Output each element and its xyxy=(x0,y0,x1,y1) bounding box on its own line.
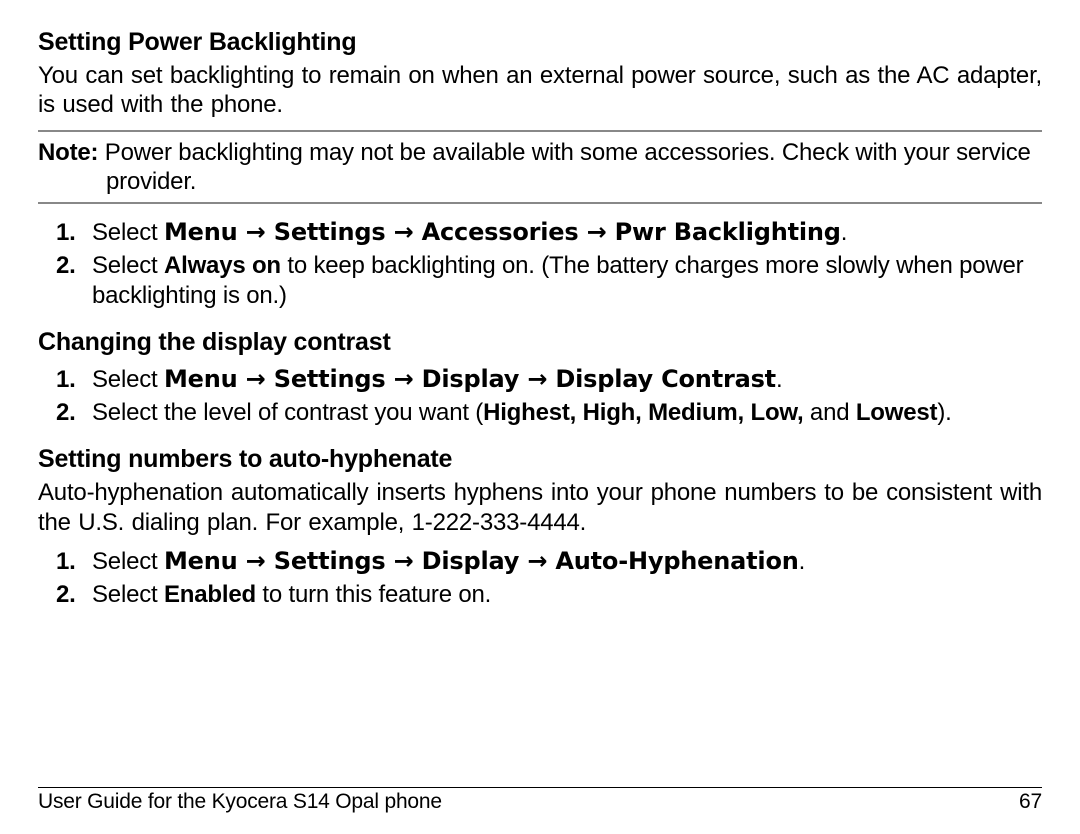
footer-title: User Guide for the Kyocera S14 Opal phon… xyxy=(38,790,442,814)
step-2: Select Always on to keep backlighting on… xyxy=(38,251,1042,310)
note-text: Note: Power backlighting may not be avai… xyxy=(38,138,1042,197)
menu-path: Menu → Settings → Display → Auto-Hyphena… xyxy=(164,547,799,575)
page-footer: User Guide for the Kyocera S14 Opal phon… xyxy=(38,787,1042,814)
step-text: Select xyxy=(92,581,164,608)
bold-term: Always on xyxy=(164,252,281,279)
heading-display-contrast: Changing the display contrast xyxy=(38,328,1042,357)
bold-term: Highest, High, Medium, Low, xyxy=(483,399,803,426)
steps-auto-hyphenate: Select Menu → Settings → Display → Auto-… xyxy=(38,547,1042,610)
menu-path: Menu → Settings → Display → Display Cont… xyxy=(164,365,776,393)
step-text: Select xyxy=(92,548,164,575)
steps-display-contrast: Select Menu → Settings → Display → Displ… xyxy=(38,365,1042,428)
step-text: Select xyxy=(92,219,164,246)
step-2: Select the level of contrast you want (H… xyxy=(38,398,1042,427)
footer-rule xyxy=(38,787,1042,788)
note-box: Note: Power backlighting may not be avai… xyxy=(38,130,1042,205)
step-after: ). xyxy=(937,399,951,426)
step-after: . xyxy=(799,548,805,575)
step-1: Select Menu → Settings → Display → Auto-… xyxy=(38,547,1042,576)
step-1: Select Menu → Settings → Accessories → P… xyxy=(38,218,1042,247)
step-after: to turn this feature on. xyxy=(256,581,491,608)
steps-power-backlighting: Select Menu → Settings → Accessories → P… xyxy=(38,218,1042,310)
page-number: 67 xyxy=(1019,790,1042,814)
note-label: Note: xyxy=(38,139,98,166)
step-after: . xyxy=(841,219,847,246)
step-mid: and xyxy=(803,399,855,426)
para-power-backlighting: You can set backlighting to remain on wh… xyxy=(38,61,1042,120)
step-2: Select Enabled to turn this feature on. xyxy=(38,580,1042,609)
para-auto-hyphenate: Auto-hyphenation automatically inserts h… xyxy=(38,478,1042,537)
heading-auto-hyphenate: Setting numbers to auto-hyphenate xyxy=(38,445,1042,474)
step-text: Select xyxy=(92,366,164,393)
step-after: . xyxy=(776,366,782,393)
step-text: Select xyxy=(92,252,164,279)
bold-term2: Lowest xyxy=(856,399,937,426)
step-1: Select Menu → Settings → Display → Displ… xyxy=(38,365,1042,394)
bold-term: Enabled xyxy=(164,581,256,608)
menu-path: Menu → Settings → Accessories → Pwr Back… xyxy=(164,218,841,246)
step-text: Select the level of contrast you want ( xyxy=(92,399,483,426)
heading-power-backlighting: Setting Power Backlighting xyxy=(38,28,1042,57)
note-body: Power backlighting may not be available … xyxy=(98,139,1030,195)
